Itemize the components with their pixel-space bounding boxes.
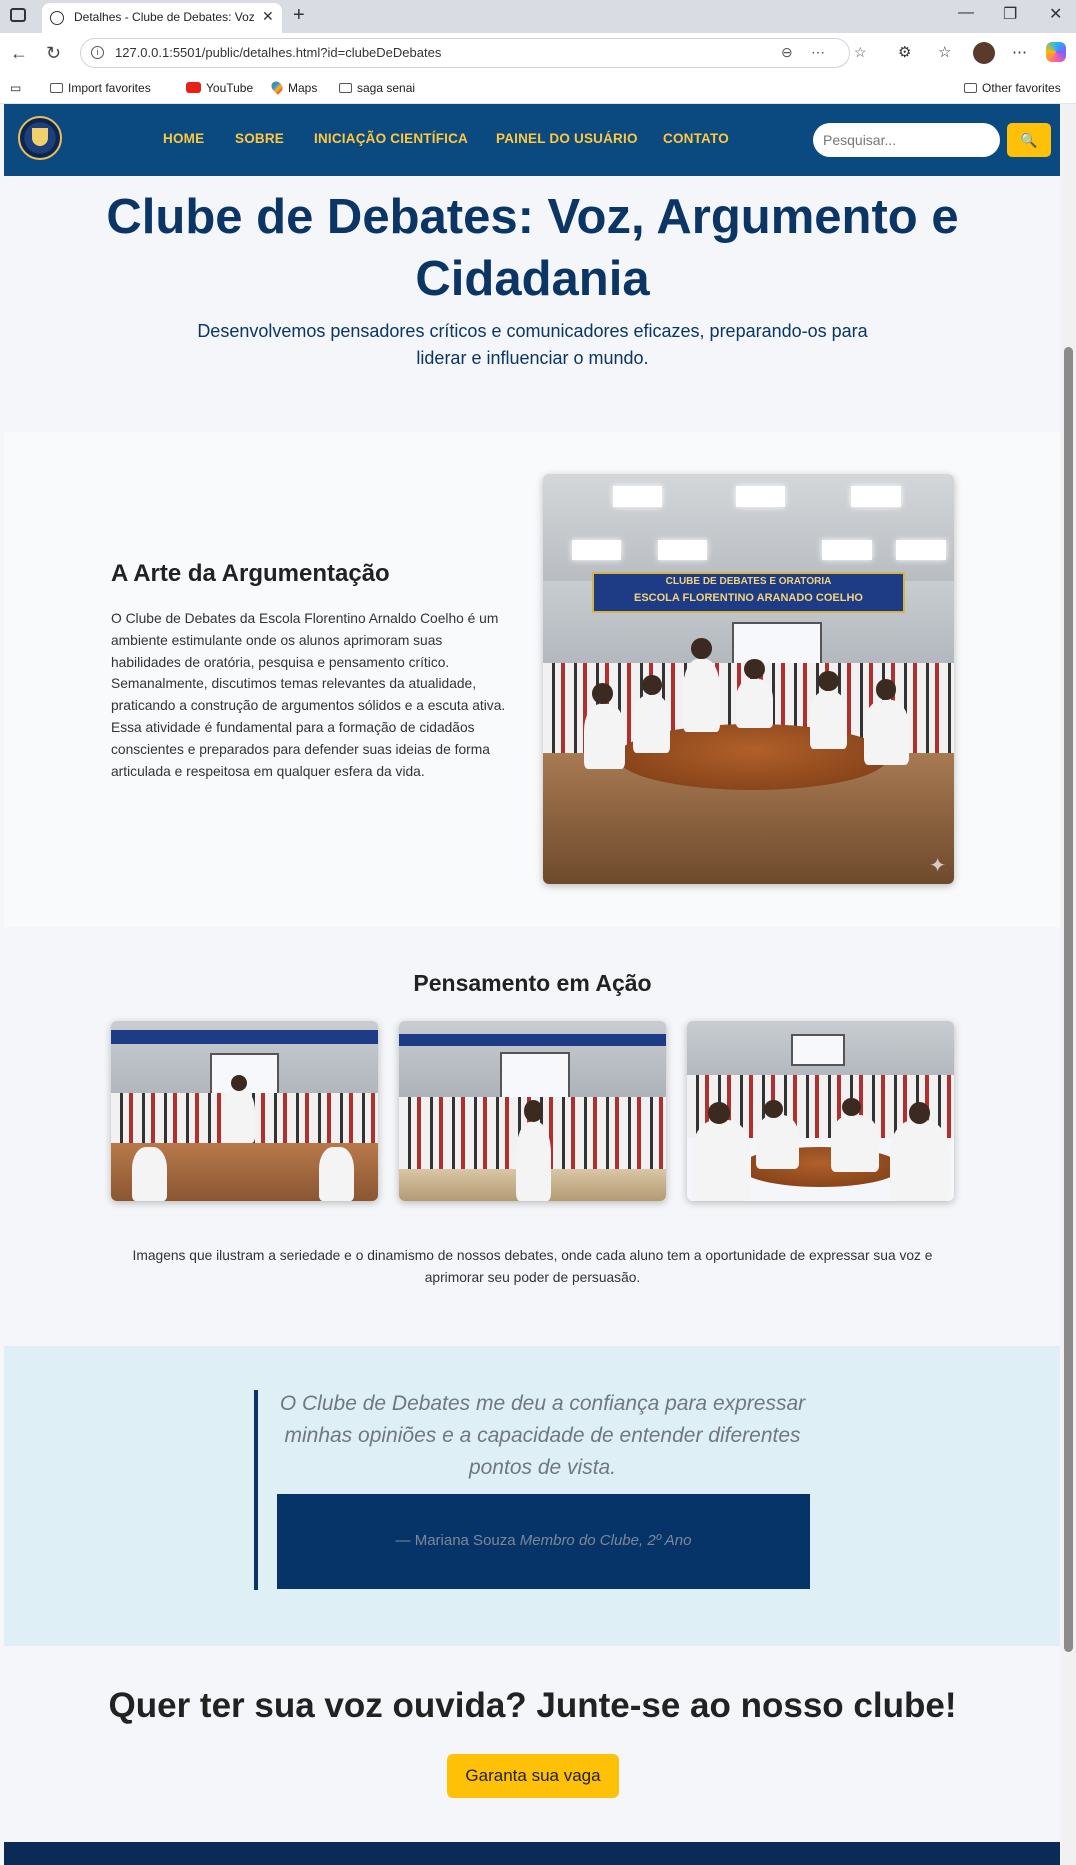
browser-tab[interactable]: Detalhes - Clube de Debates: Voz, A ✕ bbox=[42, 3, 282, 33]
maps-icon bbox=[269, 79, 285, 95]
nav-contato[interactable]: CONTATO bbox=[663, 131, 729, 146]
nav-sobre[interactable]: SOBRE bbox=[235, 131, 284, 146]
crest-icon bbox=[32, 128, 48, 146]
close-tab-icon[interactable]: ✕ bbox=[262, 8, 274, 25]
settings-more-icon[interactable]: ⋯ bbox=[1012, 43, 1027, 61]
back-icon[interactable]: ← bbox=[10, 43, 28, 64]
join-club-button[interactable]: Garanta sua vaga bbox=[447, 1754, 619, 1798]
import-icon bbox=[50, 83, 63, 93]
bookmark-other-favorites[interactable]: Other favorites bbox=[964, 81, 1061, 95]
favorite-star-icon[interactable]: ☆ bbox=[854, 44, 867, 61]
search-input[interactable] bbox=[813, 123, 1000, 157]
testimonial-author: — Mariana Souza bbox=[395, 1532, 516, 1549]
section-title-arte: A Arte da Argumentação bbox=[111, 560, 390, 587]
section-text-arte: O Clube de Debates da Escola Florentino … bbox=[111, 611, 506, 779]
bookmark-youtube[interactable]: YouTube bbox=[186, 81, 253, 95]
sidebar-toggle-icon[interactable] bbox=[10, 8, 26, 22]
cta-title: Quer ter sua voz ouvida? Junte-se ao nos… bbox=[108, 1686, 957, 1725]
zoom-icon[interactable]: ⊖ bbox=[781, 44, 793, 61]
gallery-title: Pensamento em Ação bbox=[413, 970, 652, 996]
nav-home[interactable]: HOME bbox=[163, 131, 204, 146]
globe-icon bbox=[50, 11, 64, 25]
new-tab-icon[interactable]: + bbox=[293, 4, 305, 27]
school-logo[interactable] bbox=[18, 116, 62, 160]
nav-painel-do-usuario[interactable]: PAINEL DO USUÁRIO bbox=[496, 131, 638, 146]
bookmark-maps[interactable]: Maps bbox=[269, 79, 317, 95]
youtube-icon bbox=[186, 82, 201, 93]
gallery-photo-3[interactable] bbox=[687, 1021, 954, 1201]
site-info-icon[interactable]: i bbox=[91, 46, 104, 59]
testimonial-quote: O Clube de Debates me deu a confiança pa… bbox=[279, 1392, 806, 1479]
scrollbar-thumb[interactable] bbox=[1064, 347, 1073, 1652]
tab-title: Detalhes - Clube de Debates: Voz, A bbox=[74, 10, 254, 24]
site-navbar: HOME SOBRE INICIAÇÃO CIENTÍFICA PAINEL D… bbox=[4, 104, 1060, 176]
club-banner: CLUBE DE DEBATES E ORATÓRIA ESCOLA FLORE… bbox=[592, 572, 905, 614]
browser-toolbar: ← ↻ i 127.0.0.1:5501/public/detalhes.htm… bbox=[0, 33, 1076, 75]
minimize-icon[interactable]: — bbox=[958, 4, 974, 22]
more-tools-icon[interactable]: ⋯ bbox=[811, 44, 825, 61]
browser-tab-bar: Detalhes - Clube de Debates: Voz, A ✕ + … bbox=[0, 0, 1076, 33]
address-url[interactable]: 127.0.0.1:5501/public/detalhes.html?id=c… bbox=[115, 45, 441, 60]
extensions-icon[interactable]: ⚙ bbox=[898, 43, 911, 61]
profile-avatar[interactable] bbox=[973, 42, 995, 64]
folder-icon bbox=[339, 83, 352, 93]
page-title: Clube de Debates: Voz, Argumento e Cidad… bbox=[106, 190, 959, 306]
reading-list-icon[interactable]: ▭ bbox=[10, 81, 21, 95]
folder-icon bbox=[964, 83, 977, 93]
gallery-caption: Imagens que ilustram a seriedade e o din… bbox=[132, 1248, 933, 1285]
restore-icon[interactable]: ❐ bbox=[1003, 4, 1017, 24]
bookmark-import-favorites[interactable]: Import favorites bbox=[50, 81, 151, 95]
quote-accent-bar bbox=[254, 1390, 258, 1590]
bookmarks-bar: ▭ Import favorites YouTube Maps saga sen… bbox=[0, 75, 1076, 104]
address-bar[interactable]: i 127.0.0.1:5501/public/detalhes.html?id… bbox=[80, 38, 867, 68]
gallery-photo-2[interactable] bbox=[399, 1021, 666, 1201]
gallery-photo-1[interactable] bbox=[111, 1021, 378, 1201]
testimonial-role: Membro do Clube, 2º Ano bbox=[519, 1532, 692, 1549]
search-button[interactable]: 🔍 bbox=[1007, 123, 1051, 157]
nav-iniciacao-cientifica[interactable]: INICIAÇÃO CIENTÍFICA bbox=[314, 131, 468, 146]
page-subtitle: Desenvolvemos pensadores críticos e comu… bbox=[197, 321, 868, 368]
testimonial-author-box: — Mariana Souza Membro do Clube, 2º Ano bbox=[277, 1494, 810, 1589]
sparkle-icon: ✦ bbox=[929, 855, 946, 877]
close-window-icon[interactable]: ✕ bbox=[1049, 4, 1062, 24]
footer bbox=[4, 1842, 1060, 1865]
bookmark-saga-senai[interactable]: saga senai bbox=[339, 81, 415, 95]
testimonial-author-line: — Mariana Souza Membro do Clube, 2º Ano bbox=[277, 1532, 810, 1549]
reload-icon[interactable]: ↻ bbox=[46, 43, 61, 64]
favorites-icon[interactable]: ☆ bbox=[938, 43, 951, 61]
copilot-icon[interactable] bbox=[1046, 42, 1066, 62]
debate-room-photo: CLUBE DE DEBATES E ORATÓRIA ESCOLA FLORE… bbox=[543, 474, 954, 884]
search-icon: 🔍 bbox=[1020, 132, 1038, 148]
